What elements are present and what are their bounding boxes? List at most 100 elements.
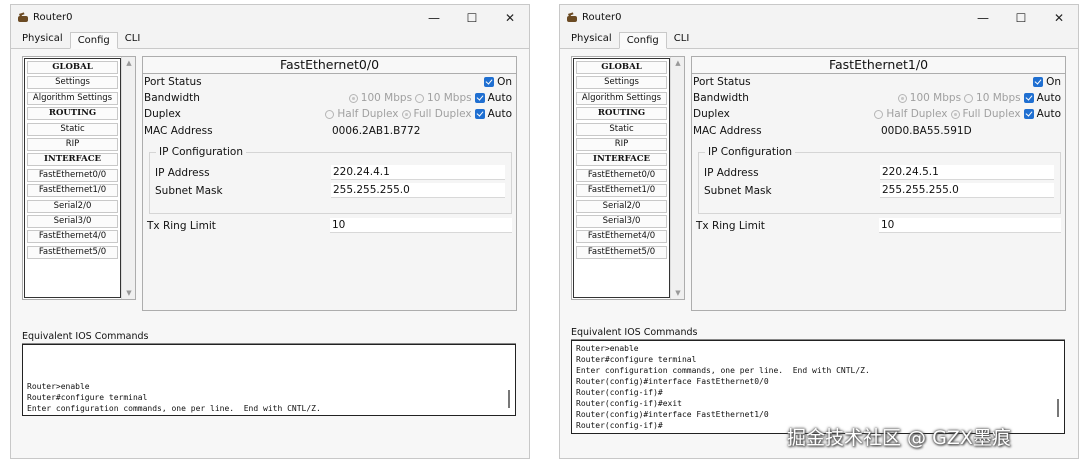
maximize-button[interactable]: ☐ — [453, 5, 491, 30]
minimize-button[interactable]: — — [415, 5, 453, 30]
close-button[interactable]: ✕ — [491, 5, 529, 30]
subnet-mask-input[interactable]: 255.255.255.0 — [880, 183, 1054, 198]
nav-header-global[interactable]: GLOBAL — [576, 61, 667, 74]
config-body: GLOBAL Settings Algorithm Settings ROUTI… — [11, 49, 529, 458]
bandwidth-10-radio[interactable] — [415, 93, 425, 103]
mac-label: MAC Address — [693, 125, 762, 137]
nav-header-interface[interactable]: INTERFACE — [576, 153, 667, 167]
nav-item-static[interactable]: Static — [576, 122, 667, 136]
tx-ring-limit-row: Tx Ring Limit 10 — [692, 218, 1065, 234]
subnet-mask-row: Subnet Mask 255.255.255.0 — [150, 183, 511, 199]
scroll-up-icon[interactable]: ▲ — [671, 57, 685, 69]
ip-address-input[interactable]: 220.24.5.1 — [880, 165, 1054, 180]
nav-item-algorithm-settings[interactable]: Algorithm Settings — [27, 91, 118, 105]
tx-ring-limit-label: Tx Ring Limit — [147, 220, 216, 232]
console-scrollbar[interactable] — [508, 390, 510, 408]
nav-item-fastethernet0-0[interactable]: FastEthernet0/0 — [27, 168, 118, 182]
panel-title: FastEthernet0/0 — [143, 57, 516, 74]
tab-physical[interactable]: Physical — [15, 31, 70, 48]
console-line: Enter configuration commands, one per li… — [27, 404, 321, 413]
nav-item-serial2-0[interactable]: Serial2/0 — [576, 199, 667, 213]
ios-commands-console[interactable]: Router>enable Router#configure terminal En… — [22, 344, 516, 416]
bandwidth-100-label: 100 Mbps — [360, 92, 413, 104]
tab-config[interactable]: Config — [618, 32, 667, 49]
tab-physical[interactable]: Physical — [564, 31, 619, 48]
nav-item-serial2-0[interactable]: Serial2/0 — [27, 199, 118, 213]
bandwidth-100-label: 100 Mbps — [909, 92, 962, 104]
half-duplex-radio[interactable] — [874, 109, 884, 119]
port-status-row: Port Status On — [692, 74, 1065, 90]
nav-item-fastethernet0-0[interactable]: FastEthernet0/0 — [576, 168, 667, 182]
settings-nav: GLOBAL Settings Algorithm Settings ROUTI… — [22, 56, 136, 300]
ios-commands-console[interactable]: Router>enable Router#configure terminal En… — [571, 340, 1065, 434]
nav-list: GLOBAL Settings Algorithm Settings ROUTI… — [573, 58, 670, 298]
subnet-mask-input[interactable]: 255.255.255.0 — [331, 183, 505, 198]
title-bar: Router0 — ☐ ✕ — [560, 5, 1078, 30]
bandwidth-100-radio[interactable] — [348, 93, 358, 103]
half-duplex-radio[interactable] — [325, 109, 335, 119]
duplex-label: Duplex — [144, 108, 181, 120]
ip-configuration-group: IP Configuration IP Address 220.24.5.1 S… — [698, 145, 1061, 214]
full-duplex-radio[interactable] — [401, 109, 411, 119]
nav-header-global[interactable]: GLOBAL — [27, 61, 118, 74]
bandwidth-10-radio[interactable] — [964, 93, 974, 103]
nav-item-algorithm-settings[interactable]: Algorithm Settings — [576, 91, 667, 105]
ip-configuration-label: IP Configuration — [705, 145, 795, 159]
console-line: Router>enable — [576, 344, 639, 353]
maximize-button[interactable]: ☐ — [1002, 5, 1040, 30]
console-line: Router(config)#interface FastEthernet0/0 — [576, 377, 769, 386]
nav-item-settings[interactable]: Settings — [576, 76, 667, 90]
nav-scrollbar[interactable]: ▲ ▼ — [121, 57, 135, 299]
bandwidth-100-radio[interactable] — [897, 93, 907, 103]
nav-item-fastethernet1-0[interactable]: FastEthernet1/0 — [576, 184, 667, 198]
nav-item-serial3-0[interactable]: Serial3/0 — [576, 214, 667, 228]
nav-item-fastethernet4-0[interactable]: FastEthernet4/0 — [576, 230, 667, 244]
bandwidth-auto-checkbox[interactable] — [1023, 93, 1034, 103]
interface-panel: FastEthernet0/0 Port Status On Bandwidth… — [142, 56, 517, 311]
nav-item-static[interactable]: Static — [27, 122, 118, 136]
scroll-down-icon[interactable]: ▼ — [122, 287, 136, 299]
port-status-checkbox[interactable] — [1033, 77, 1044, 87]
console-scrollbar[interactable] — [1057, 399, 1059, 417]
bandwidth-auto-checkbox[interactable] — [474, 93, 485, 103]
full-duplex-label: Full Duplex — [413, 108, 472, 120]
ip-address-input[interactable]: 220.24.4.1 — [331, 165, 505, 180]
port-status-label: Port Status — [693, 76, 751, 88]
tx-ring-limit-input[interactable]: 10 — [330, 218, 512, 233]
nav-header-routing[interactable]: ROUTING — [576, 107, 667, 121]
mac-value: 00D0.BA55.591D — [881, 125, 972, 137]
nav-item-fastethernet5-0[interactable]: FastEthernet5/0 — [27, 245, 118, 259]
nav-item-fastethernet4-0[interactable]: FastEthernet4/0 — [27, 230, 118, 244]
nav-header-interface[interactable]: INTERFACE — [27, 153, 118, 167]
ip-configuration-group: IP Configuration IP Address 220.24.4.1 S… — [149, 145, 512, 214]
tab-cli[interactable]: CLI — [667, 31, 697, 48]
nav-scrollbar[interactable]: ▲ ▼ — [670, 57, 684, 299]
nav-header-routing[interactable]: ROUTING — [27, 107, 118, 121]
duplex-auto-checkbox[interactable] — [1023, 109, 1034, 119]
nav-item-rip[interactable]: RIP — [27, 137, 118, 151]
port-status-value: On — [1046, 76, 1061, 88]
duplex-auto-checkbox[interactable] — [474, 109, 485, 119]
tab-bar: Physical Config CLI — [560, 31, 1078, 49]
title-bar: Router0 — ☐ ✕ — [11, 5, 529, 30]
console-line: Router#configure terminal — [27, 393, 148, 402]
bandwidth-10-label: 10 Mbps — [976, 92, 1021, 104]
tx-ring-limit-input[interactable]: 10 — [879, 218, 1061, 233]
interface-panel: FastEthernet1/0 Port Status On Bandwidth… — [691, 56, 1066, 311]
minimize-button[interactable]: — — [964, 5, 1002, 30]
console-line: Router(config-if)#exit — [576, 399, 682, 408]
nav-item-fastethernet1-0[interactable]: FastEthernet1/0 — [27, 184, 118, 198]
nav-item-fastethernet5-0[interactable]: FastEthernet5/0 — [576, 245, 667, 259]
scroll-up-icon[interactable]: ▲ — [122, 57, 136, 69]
nav-item-settings[interactable]: Settings — [27, 76, 118, 90]
tab-config[interactable]: Config — [69, 32, 118, 49]
tab-bar: Physical Config CLI — [11, 31, 529, 49]
full-duplex-radio[interactable] — [950, 109, 960, 119]
tab-cli[interactable]: CLI — [118, 31, 148, 48]
nav-item-serial3-0[interactable]: Serial3/0 — [27, 214, 118, 228]
nav-list: GLOBAL Settings Algorithm Settings ROUTI… — [24, 58, 121, 298]
close-button[interactable]: ✕ — [1040, 5, 1078, 30]
nav-item-rip[interactable]: RIP — [576, 137, 667, 151]
scroll-down-icon[interactable]: ▼ — [671, 287, 685, 299]
port-status-checkbox[interactable] — [484, 77, 495, 87]
